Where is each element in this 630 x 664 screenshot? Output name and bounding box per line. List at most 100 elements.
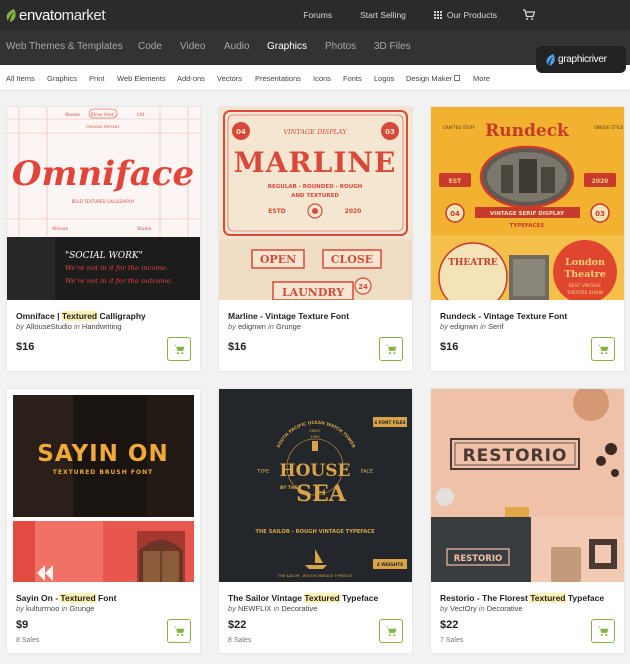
cat-web-themes[interactable]: Web Themes & Templates <box>6 41 123 52</box>
product-price: $22 <box>228 619 247 631</box>
product-thumbnail[interactable]: Alouse Now hnd. Ltd. PROUDLY PRESENT Omn… <box>7 107 200 300</box>
cat-graphics[interactable]: Graphics <box>267 41 307 52</box>
thumb-text: LAUNDRY <box>282 286 344 299</box>
thumb-text: BOLD TEXTURED CALLIGRAPHY <box>72 199 135 204</box>
thumb-text: OPEN <box>260 253 296 266</box>
thumb-text: Rundeck <box>485 121 570 141</box>
product-price: $9 <box>16 619 29 631</box>
thumb-text: 04 <box>450 210 460 218</box>
product-title[interactable]: Restorio - The Florest Textured Typeface <box>440 593 604 603</box>
thumb-text: 2020 <box>345 208 362 215</box>
thumb-text: THE SAILOR - ROUGH VINTAGE TYPEFACE <box>277 574 353 578</box>
product-card[interactable]: RESTORIO RESTORIO Restorio - The Florest… <box>431 389 624 653</box>
author-link[interactable]: kulturrnoo <box>26 604 59 613</box>
thumb-text: VINTAGE DISPLAY <box>283 128 347 136</box>
subnav-web-elements[interactable]: Web Elements <box>117 74 166 83</box>
subnav-graphics[interactable]: Graphics <box>47 74 77 83</box>
cat-photos[interactable]: Photos <box>325 41 356 52</box>
add-to-cart-button[interactable] <box>591 619 615 643</box>
subnav-presentations[interactable]: Presentations <box>255 74 301 83</box>
cat-3d-files[interactable]: 3D Files <box>374 41 411 52</box>
category-link[interactable]: Serif <box>488 322 503 331</box>
grid-icon <box>433 11 442 19</box>
thumb-text: CRAFTED STUFF <box>443 125 476 130</box>
cat-audio[interactable]: Audio <box>224 41 250 52</box>
product-thumbnail[interactable]: SOUTH PACIFIC OCEAN WATCH TOWER SINCE 19… <box>219 389 412 582</box>
product-card[interactable]: 04 03 VINTAGE DISPLAY MARLINE REGULAR - … <box>219 107 412 371</box>
subnav-logos[interactable]: Logos <box>374 74 394 83</box>
subnav-fonts[interactable]: Fonts <box>343 74 362 83</box>
thumb-text: Studio <box>137 226 152 232</box>
thumb-text: Omniface <box>12 154 194 194</box>
envato-logo[interactable]: envatomarket <box>5 0 105 30</box>
thumb-text: Alouse <box>65 112 80 118</box>
title-highlight: Textured <box>304 593 340 603</box>
thumb-text: BEST VINTAGE <box>569 283 602 289</box>
add-to-cart-button[interactable] <box>591 337 615 361</box>
thumb-text: "SOCIAL WORK" <box>65 251 143 261</box>
cart-icon <box>385 626 397 636</box>
product-title[interactable]: Marline - Vintage Texture Font <box>228 311 349 321</box>
author-link[interactable]: NEWFLIX <box>238 604 271 613</box>
our-products-link[interactable]: Our Products <box>433 10 497 20</box>
author-link[interactable]: VectOry <box>450 604 477 613</box>
start-selling-link[interactable]: Start Selling <box>360 10 406 20</box>
product-price: $16 <box>16 341 35 353</box>
product-title[interactable]: Omniface | Textured Calligraphy <box>16 311 146 321</box>
thumb-text: 03 <box>385 128 395 136</box>
product-thumbnail[interactable]: CRAFTED STUFF UNIQUE STYLE Rundeck EST 2… <box>431 107 624 300</box>
product-price: $16 <box>440 341 459 353</box>
product-card[interactable]: Alouse Now hnd. Ltd. PROUDLY PRESENT Omn… <box>7 107 200 371</box>
thumb-text: 4 WEIGHTS <box>377 562 403 567</box>
leaf-icon <box>546 53 555 66</box>
thumb-text: EST <box>449 178 462 185</box>
product-card[interactable]: SAYIN ON TEXTURED BRUSH FONT Sayin On - … <box>7 389 200 653</box>
category-link[interactable]: Decorative <box>487 604 523 613</box>
product-thumbnail[interactable]: RESTORIO RESTORIO <box>431 389 624 582</box>
product-thumbnail[interactable]: 04 03 VINTAGE DISPLAY MARLINE REGULAR - … <box>219 107 412 300</box>
cat-code[interactable]: Code <box>138 41 162 52</box>
title-highlight: Textured <box>61 311 98 321</box>
category-link[interactable]: Handwriting <box>82 322 122 331</box>
thumb-text: 2020 <box>592 178 609 185</box>
subnav-vectors[interactable]: Vectors <box>217 74 242 83</box>
subnav-design-maker[interactable]: Design Maker <box>406 74 461 83</box>
author-link[interactable]: edignwn <box>450 322 478 331</box>
thumb-text: SEA <box>296 481 347 507</box>
add-to-cart-button[interactable] <box>167 619 191 643</box>
subnav-all-items[interactable]: All Items <box>6 74 35 83</box>
product-price: $16 <box>228 341 247 353</box>
thumb-text: SINCE <box>309 428 321 433</box>
add-to-cart-button[interactable] <box>379 337 403 361</box>
product-thumbnail[interactable]: SAYIN ON TEXTURED BRUSH FONT <box>7 389 200 582</box>
category-link[interactable]: Grunge <box>276 322 301 331</box>
external-link-icon <box>454 75 461 81</box>
product-title[interactable]: Sayin On - Textured Font <box>16 593 116 603</box>
add-to-cart-button[interactable] <box>379 619 403 643</box>
forums-link[interactable]: Forums <box>303 10 332 20</box>
author-link[interactable]: AllouseStudio <box>26 322 72 331</box>
product-sales: 8 Sales <box>16 637 40 644</box>
graphicriver-badge[interactable]: graphicriver <box>536 46 626 73</box>
cart-icon <box>173 626 185 636</box>
cat-video[interactable]: Video <box>180 41 205 52</box>
subnav-more[interactable]: More <box>473 74 490 83</box>
thumb-text: 4 FONT FILES <box>374 420 406 425</box>
product-author: by edignwn in Grunge <box>228 322 302 331</box>
product-title[interactable]: The Sailor Vintage Textured Typeface <box>228 593 378 603</box>
leaf-icon <box>6 8 16 22</box>
thumb-text: CLOSE <box>331 253 373 266</box>
thumb-text: Now hnd. <box>90 112 116 118</box>
subnav-add-ons[interactable]: Add-ons <box>177 74 205 83</box>
thumb-text: Allouse <box>52 226 69 232</box>
subnav-print[interactable]: Print <box>89 74 104 83</box>
subnav-icons[interactable]: Icons <box>313 74 331 83</box>
category-link[interactable]: Decorative <box>281 604 317 613</box>
cart-icon[interactable] <box>523 9 535 21</box>
add-to-cart-button[interactable] <box>167 337 191 361</box>
category-link[interactable]: Grunge <box>69 604 94 613</box>
product-title[interactable]: Rundeck - Vintage Texture Font <box>440 311 567 321</box>
product-card[interactable]: CRAFTED STUFF UNIQUE STYLE Rundeck EST 2… <box>431 107 624 371</box>
product-card[interactable]: SOUTH PACIFIC OCEAN WATCH TOWER SINCE 19… <box>219 389 412 653</box>
author-link[interactable]: edignwn <box>238 322 266 331</box>
